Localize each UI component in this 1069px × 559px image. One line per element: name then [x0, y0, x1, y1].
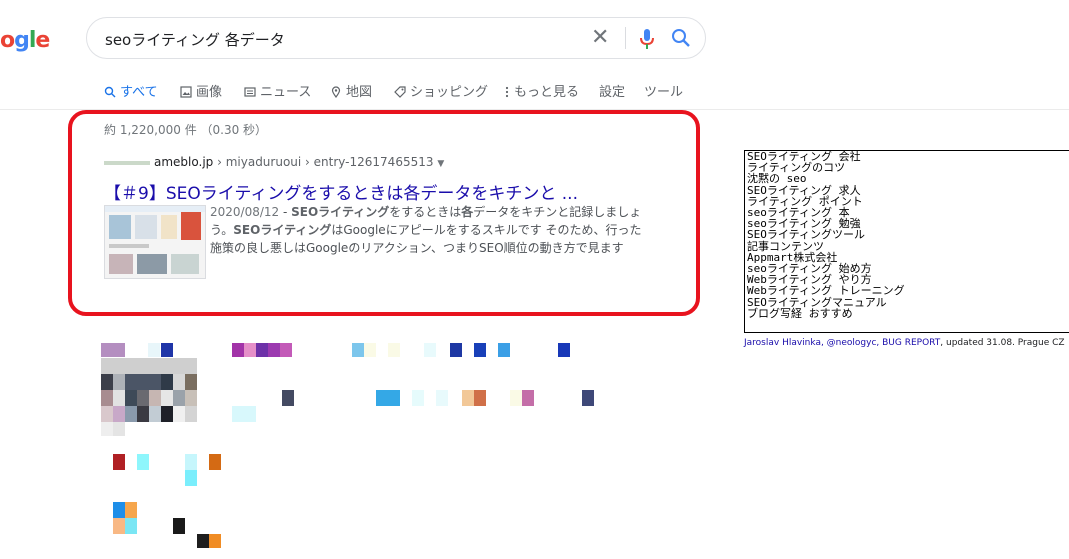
highlight-annotation-box: [68, 110, 700, 316]
more-vert-icon: [505, 86, 509, 98]
credit-author[interactable]: Jaroslav Hlavinka, @neologyc, BUG REPORT: [744, 338, 940, 348]
suggestion-item[interactable]: 沈黙の seo: [747, 173, 1069, 184]
tab-news[interactable]: ニュース: [244, 81, 311, 100]
tag-icon: [394, 86, 406, 98]
search-box[interactable]: seoライティング 各データ ✕: [86, 17, 706, 59]
search-icon[interactable]: [671, 28, 691, 48]
google-logo[interactable]: ogle: [0, 28, 50, 53]
close-icon[interactable]: ✕: [591, 26, 609, 50]
suggestion-item[interactable]: ブログ写経 おすすめ: [747, 308, 1069, 319]
suggestion-list-panel: SEOライティング 会社 ライティングのコツ 沈黙の seo SEOライティング…: [744, 150, 1069, 333]
credit-line[interactable]: Jaroslav Hlavinka, @neologyc, BUG REPORT…: [744, 338, 1065, 348]
map-pin-icon: [331, 86, 341, 99]
suggestion-item[interactable]: Webライティング トレーニング: [747, 285, 1069, 296]
tab-settings[interactable]: 設定: [599, 81, 625, 100]
tab-tools[interactable]: ツール: [644, 81, 683, 100]
tab-all[interactable]: すべて: [104, 81, 158, 100]
tab-more[interactable]: もっと見る: [504, 81, 579, 100]
tab-images[interactable]: 画像: [180, 81, 222, 100]
microphone-icon[interactable]: [637, 27, 657, 51]
search-input[interactable]: seoライティング 各データ: [105, 29, 285, 50]
suggestion-item[interactable]: SEOライティングツール: [747, 229, 1069, 240]
search-icon: [104, 86, 116, 98]
divider: [625, 27, 626, 49]
tab-shopping[interactable]: ショッピング: [394, 81, 488, 100]
credit-updated: , updated 31.08. Prague CZ: [940, 338, 1065, 348]
news-icon: [244, 87, 256, 97]
image-icon: [180, 86, 192, 98]
tab-maps[interactable]: 地図: [330, 81, 372, 100]
